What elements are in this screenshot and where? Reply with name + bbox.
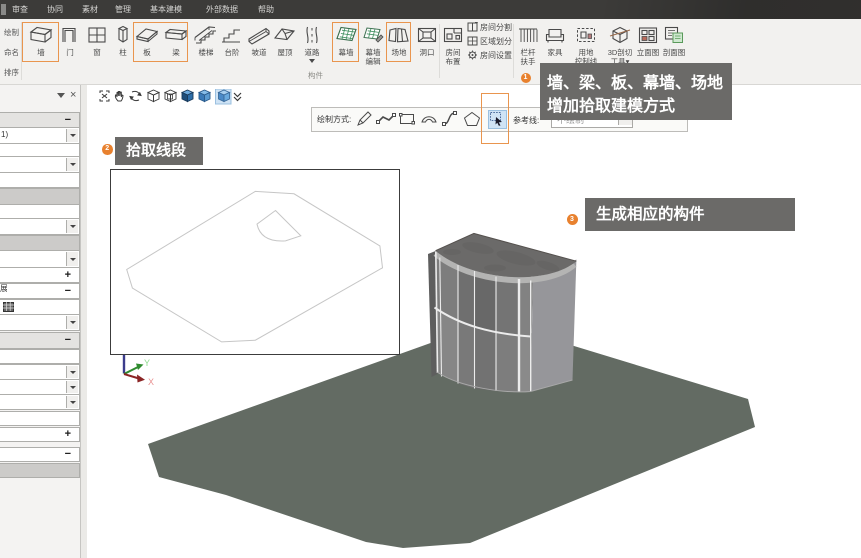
svg-text:X: X	[148, 377, 154, 387]
svg-text:Y: Y	[144, 358, 150, 368]
